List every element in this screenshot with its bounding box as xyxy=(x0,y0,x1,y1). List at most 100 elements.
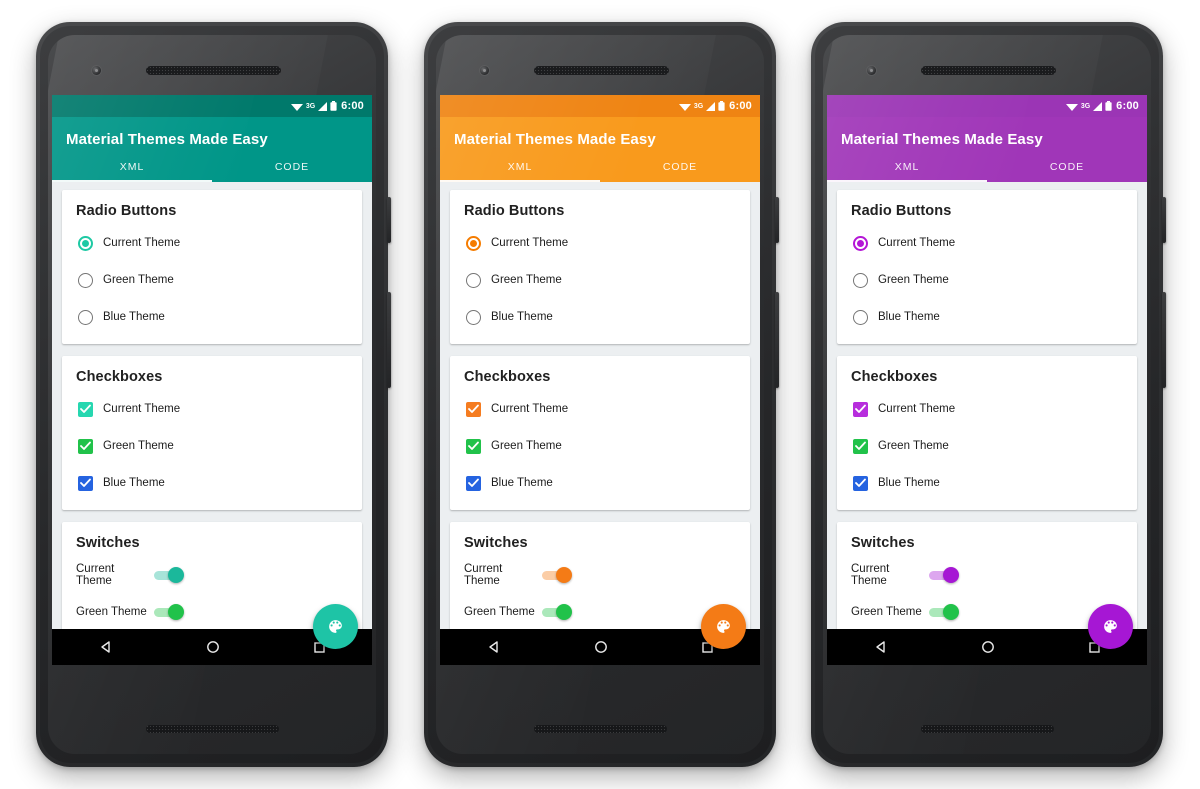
switch-row-green[interactable]: Green Theme xyxy=(464,599,736,625)
network-type-label: 3G xyxy=(1080,102,1091,110)
power-button[interactable] xyxy=(387,197,391,243)
tab-bar: XML CODE xyxy=(52,161,372,182)
power-button[interactable] xyxy=(1162,197,1166,243)
checkbox-icon-blue[interactable] xyxy=(78,475,93,491)
checkbox-icon-current[interactable] xyxy=(466,401,481,417)
radio-icon-current[interactable] xyxy=(853,235,868,251)
tab-code[interactable]: CODE xyxy=(212,161,372,182)
app-bar: 3G 6:00 Material Themes Made Easy XML CO… xyxy=(52,95,372,182)
phone-device-orange: 3G 6:00 Material Themes Made Easy XML CO… xyxy=(424,22,779,767)
checkbox-icon-green[interactable] xyxy=(466,438,481,454)
checkbox-icon-blue[interactable] xyxy=(466,475,481,491)
phone-device-teal: 3G 6:00 Material Themes Made Easy XML CO… xyxy=(36,22,391,767)
fab-theme-picker[interactable] xyxy=(313,604,358,649)
radio-row-green[interactable]: Green Theme xyxy=(851,267,1123,293)
palette-icon xyxy=(1104,620,1117,633)
fab-theme-picker[interactable] xyxy=(1088,604,1133,649)
page-title: Material Themes Made Easy xyxy=(454,131,656,148)
checkbox-label-current: Current Theme xyxy=(491,403,569,415)
screenshot-stage: 3G 6:00 Material Themes Made Easy XML CO… xyxy=(0,0,1200,789)
back-triangle-icon[interactable] xyxy=(99,640,113,654)
checkbox-icon-current[interactable] xyxy=(853,401,868,417)
card-title-switch: Switches xyxy=(464,535,528,551)
radio-label-green: Green Theme xyxy=(491,274,562,286)
tab-indicator xyxy=(52,180,212,182)
checkbox-row-blue[interactable]: Blue Theme xyxy=(851,470,1123,496)
tab-xml[interactable]: XML xyxy=(52,161,212,182)
switch-label-current: Current Theme xyxy=(76,563,115,587)
switch-toggle-current[interactable] xyxy=(154,567,184,583)
status-icons: 3G xyxy=(290,101,337,111)
radio-row-blue[interactable]: Blue Theme xyxy=(851,304,1123,330)
radio-icon-current[interactable] xyxy=(466,235,481,251)
radio-row-blue[interactable]: Blue Theme xyxy=(76,304,348,330)
earpiece-grille-icon xyxy=(921,66,1056,75)
battery-icon xyxy=(330,101,337,111)
radio-icon-blue[interactable] xyxy=(853,309,868,325)
tab-indicator xyxy=(440,180,600,182)
switch-toggle-green[interactable] xyxy=(542,604,572,620)
switch-label-current: Current Theme xyxy=(464,563,503,587)
checkbox-label-current: Current Theme xyxy=(103,403,181,415)
wifi-icon xyxy=(290,102,303,111)
radio-row-current[interactable]: Current Theme xyxy=(464,230,736,256)
checkbox-row-blue[interactable]: Blue Theme xyxy=(464,470,736,496)
switch-row-current[interactable]: Current Theme xyxy=(464,562,736,588)
checkbox-label-green: Green Theme xyxy=(491,440,562,452)
checkbox-row-current[interactable]: Current Theme xyxy=(464,396,736,422)
switch-toggle-green[interactable] xyxy=(154,604,184,620)
card-checkboxes: Checkboxes Current Theme Green Theme Blu… xyxy=(837,356,1137,510)
card-radio-buttons: Radio Buttons Current Theme Green Theme … xyxy=(837,190,1137,344)
checkbox-row-green[interactable]: Green Theme xyxy=(464,433,736,459)
checkbox-icon-green[interactable] xyxy=(78,438,93,454)
switch-row-green[interactable]: Green Theme xyxy=(76,599,348,625)
radio-icon-blue[interactable] xyxy=(466,309,481,325)
switch-toggle-current[interactable] xyxy=(542,567,572,583)
checkbox-row-green[interactable]: Green Theme xyxy=(76,433,348,459)
radio-row-green[interactable]: Green Theme xyxy=(76,267,348,293)
switch-row-current[interactable]: Current Theme xyxy=(851,562,1123,588)
home-circle-icon[interactable] xyxy=(981,640,995,654)
checkbox-icon-blue[interactable] xyxy=(853,475,868,491)
switch-toggle-current[interactable] xyxy=(929,567,959,583)
checkbox-icon-current[interactable] xyxy=(78,401,93,417)
tab-xml[interactable]: XML xyxy=(440,161,600,182)
tab-code[interactable]: CODE xyxy=(600,161,760,182)
radio-icon-green[interactable] xyxy=(853,272,868,288)
checkbox-row-green[interactable]: Green Theme xyxy=(851,433,1123,459)
back-triangle-icon[interactable] xyxy=(487,640,501,654)
switch-row-green[interactable]: Green Theme xyxy=(851,599,1123,625)
volume-button[interactable] xyxy=(1162,292,1166,388)
checkbox-icon-green[interactable] xyxy=(853,438,868,454)
checkbox-row-current[interactable]: Current Theme xyxy=(851,396,1123,422)
radio-icon-current[interactable] xyxy=(78,235,93,251)
signal-icon xyxy=(1093,101,1103,111)
back-triangle-icon[interactable] xyxy=(874,640,888,654)
checkbox-row-blue[interactable]: Blue Theme xyxy=(76,470,348,496)
fab-theme-picker[interactable] xyxy=(701,604,746,649)
checkbox-row-current[interactable]: Current Theme xyxy=(76,396,348,422)
radio-row-current[interactable]: Current Theme xyxy=(851,230,1123,256)
radio-icon-green[interactable] xyxy=(466,272,481,288)
switch-row-current[interactable]: Current Theme xyxy=(76,562,348,588)
tab-code[interactable]: CODE xyxy=(987,161,1147,182)
home-circle-icon[interactable] xyxy=(594,640,608,654)
front-camera-icon xyxy=(92,66,101,75)
radio-row-current[interactable]: Current Theme xyxy=(76,230,348,256)
card-title-checkbox: Checkboxes xyxy=(851,369,938,385)
status-icons: 3G xyxy=(1065,101,1112,111)
power-button[interactable] xyxy=(775,197,779,243)
home-circle-icon[interactable] xyxy=(206,640,220,654)
switch-toggle-green[interactable] xyxy=(929,604,959,620)
radio-row-green[interactable]: Green Theme xyxy=(464,267,736,293)
scroll-content: Radio Buttons Current Theme Green Theme … xyxy=(52,182,372,650)
card-radio-buttons: Radio Buttons Current Theme Green Theme … xyxy=(450,190,750,344)
radio-row-blue[interactable]: Blue Theme xyxy=(464,304,736,330)
network-type-label: 3G xyxy=(305,102,316,110)
radio-icon-green[interactable] xyxy=(78,272,93,288)
tab-xml[interactable]: XML xyxy=(827,161,987,182)
volume-button[interactable] xyxy=(775,292,779,388)
radio-icon-blue[interactable] xyxy=(78,309,93,325)
volume-button[interactable] xyxy=(387,292,391,388)
radio-label-green: Green Theme xyxy=(103,274,174,286)
